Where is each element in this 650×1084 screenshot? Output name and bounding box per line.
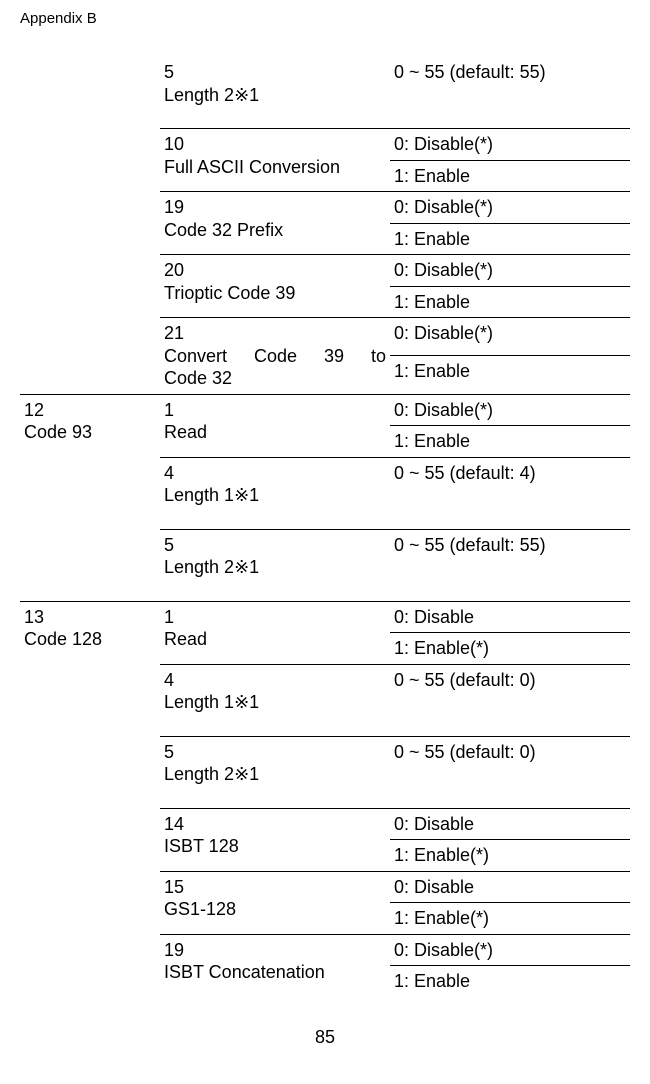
param-cell: 19ISBT Concatenation <box>160 934 390 997</box>
param-cell: 5Length 2※1 <box>160 529 390 601</box>
param-cell: 19Code 32 Prefix <box>160 192 390 255</box>
col1-cell <box>20 529 160 601</box>
col1-cell <box>20 736 160 808</box>
value-cell: 0: Disable(*) <box>390 934 630 966</box>
col1-cell: 12Code 93 <box>20 394 160 457</box>
param-cell: 5Length 2※1 <box>160 736 390 808</box>
page-number: 85 <box>20 1027 630 1048</box>
settings-table: 5Length 2※10 ~ 55 (default: 55)10Full AS… <box>20 57 630 997</box>
value-cell: 1: Enable(*) <box>390 840 630 872</box>
col1-cell <box>20 192 160 255</box>
param-cell: 1Read <box>160 601 390 664</box>
value-cell: 1: Enable <box>390 223 630 255</box>
value-cell: 0: Disable <box>390 808 630 840</box>
col1-cell <box>20 57 160 129</box>
value-cell: 0 ~ 55 (default: 0) <box>390 736 630 808</box>
value-cell: 0: Disable(*) <box>390 394 630 426</box>
value-cell: 1: Enable(*) <box>390 633 630 665</box>
col1-cell <box>20 808 160 871</box>
param-cell: 15GS1-128 <box>160 871 390 934</box>
param-cell: 1Read <box>160 394 390 457</box>
value-cell: 0 ~ 55 (default: 55) <box>390 57 630 129</box>
value-cell: 0 ~ 55 (default: 4) <box>390 457 630 529</box>
value-cell: 1: Enable <box>390 160 630 192</box>
param-cell: 21Convert Code 39 toCode 32 <box>160 318 390 395</box>
value-cell: 0: Disable(*) <box>390 192 630 224</box>
value-cell: 1: Enable <box>390 966 630 997</box>
value-cell: 1: Enable <box>390 356 630 394</box>
value-cell: 0: Disable(*) <box>390 318 630 356</box>
col1-cell <box>20 318 160 395</box>
value-cell: 1: Enable <box>390 286 630 318</box>
value-cell: 0: Disable(*) <box>390 255 630 287</box>
value-cell: 0 ~ 55 (default: 55) <box>390 529 630 601</box>
param-cell: 20Trioptic Code 39 <box>160 255 390 318</box>
col1-cell <box>20 457 160 529</box>
col1-cell <box>20 934 160 997</box>
col1-cell <box>20 255 160 318</box>
value-cell: 0: Disable(*) <box>390 129 630 161</box>
param-cell: 10Full ASCII Conversion <box>160 129 390 192</box>
page-header: Appendix B <box>20 10 630 27</box>
col1-cell <box>20 129 160 192</box>
param-cell: 4Length 1※1 <box>160 664 390 736</box>
col1-cell: 13Code 128 <box>20 601 160 664</box>
value-cell: 1: Enable <box>390 426 630 458</box>
param-cell: 5Length 2※1 <box>160 57 390 129</box>
value-cell: 0: Disable <box>390 601 630 633</box>
value-cell: 0 ~ 55 (default: 0) <box>390 664 630 736</box>
param-cell: 4Length 1※1 <box>160 457 390 529</box>
col1-cell <box>20 664 160 736</box>
col1-cell <box>20 871 160 934</box>
value-cell: 1: Enable(*) <box>390 903 630 935</box>
param-cell: 14ISBT 128 <box>160 808 390 871</box>
value-cell: 0: Disable <box>390 871 630 903</box>
